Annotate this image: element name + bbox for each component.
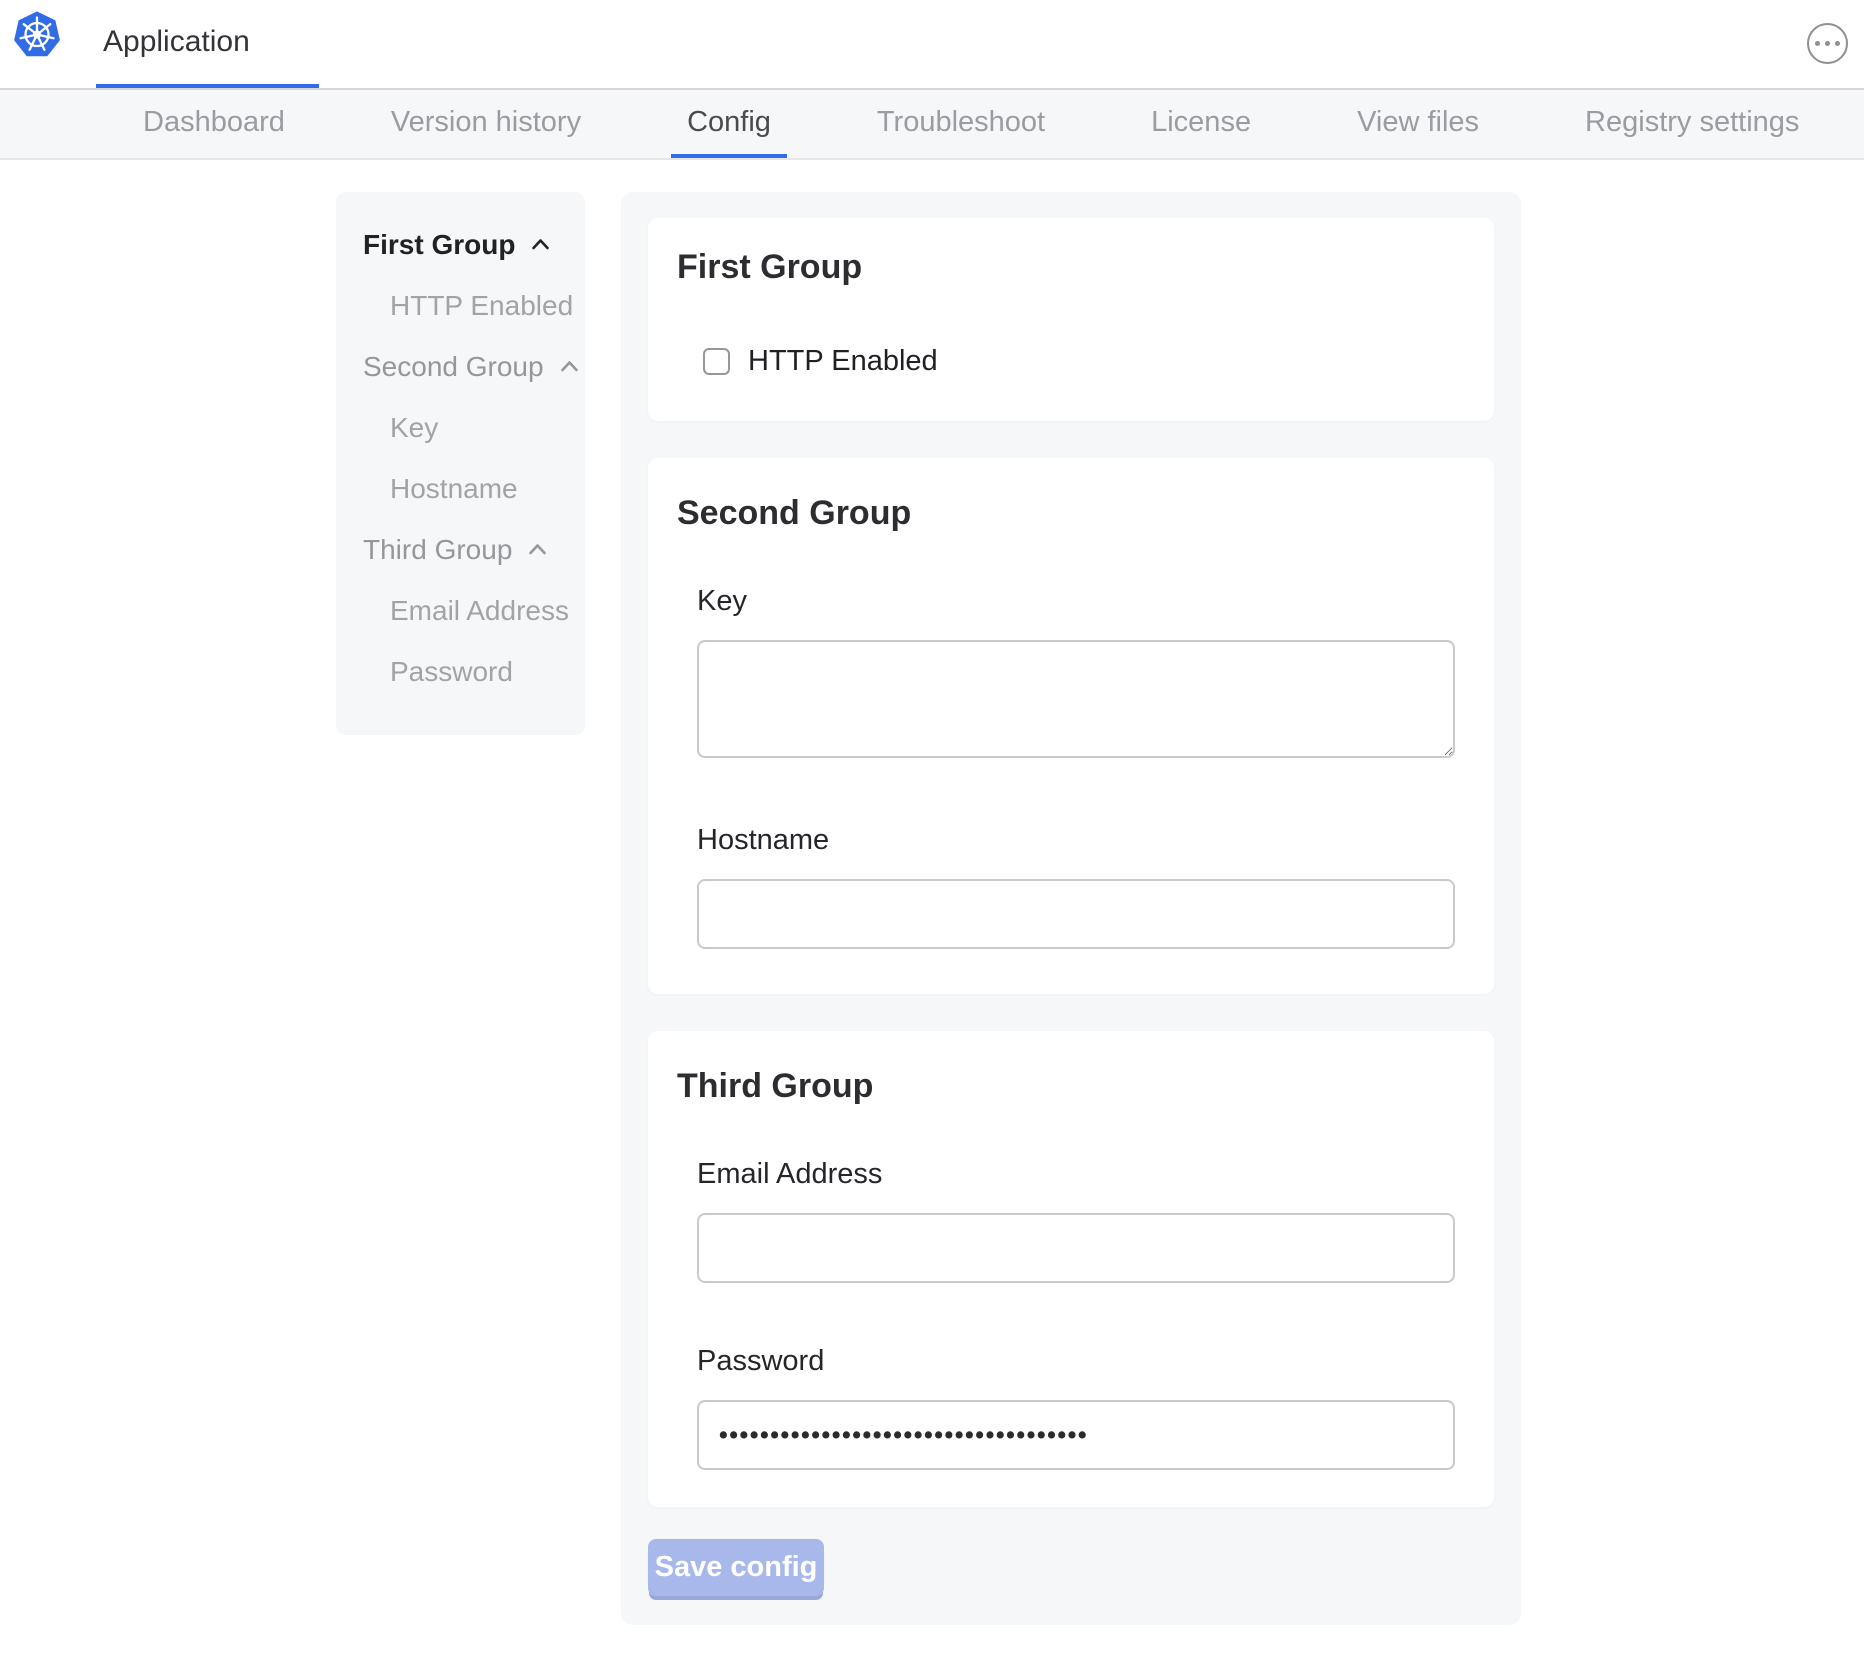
sidebar-item-third-group[interactable]: Third Group [336, 519, 585, 580]
sidebar-item-hostname[interactable]: Hostname [336, 458, 585, 519]
app-header: Application [0, 0, 1864, 90]
sidebar-item-key[interactable]: Key [336, 397, 585, 458]
key-textarea[interactable] [697, 640, 1455, 758]
http-enabled-checkbox-row[interactable]: HTTP Enabled [703, 345, 1466, 378]
nav-tab-troubleshoot[interactable]: Troubleshoot [861, 90, 1061, 158]
config-sidebar: First Group HTTP Enabled Second Group Ke… [336, 192, 585, 735]
config-group-second: Second Group Key Hostname [648, 458, 1494, 994]
nav-tab-registry-settings[interactable]: Registry settings [1569, 90, 1815, 158]
hostname-input[interactable] [697, 879, 1455, 949]
config-group-first: First Group HTTP Enabled [648, 218, 1494, 421]
email-address-label: Email Address [697, 1158, 1466, 1191]
nav-tab-version-history[interactable]: Version history [375, 90, 597, 158]
key-label: Key [697, 585, 1466, 618]
more-menu-button[interactable] [1807, 23, 1848, 64]
save-config-button[interactable]: Save config [648, 1539, 824, 1596]
nav-tab-dashboard[interactable]: Dashboard [127, 90, 301, 158]
email-address-input[interactable] [697, 1213, 1455, 1283]
config-page: First Group HTTP Enabled Second Group Ke… [0, 160, 1864, 1678]
ellipsis-icon [1815, 41, 1821, 47]
sidebar-item-password[interactable]: Password [336, 641, 585, 702]
config-group-third: Third Group Email Address Password [648, 1031, 1494, 1507]
tab-application-label: Application [103, 25, 250, 59]
chevron-up-icon [527, 231, 554, 258]
group-title: Third Group [677, 1067, 1466, 1106]
sidebar-item-second-group[interactable]: Second Group [336, 336, 585, 397]
nav-tab-view-files[interactable]: View files [1341, 90, 1495, 158]
chevron-up-icon [556, 353, 583, 380]
group-title: Second Group [677, 494, 1466, 533]
chevron-up-icon [524, 536, 551, 563]
app-nav: Dashboard Version history Config Trouble… [0, 90, 1864, 160]
config-panel: First Group HTTP Enabled Second Group Ke… [621, 192, 1521, 1625]
password-label: Password [697, 1345, 1466, 1378]
kubernetes-logo-icon [14, 11, 60, 58]
sidebar-item-first-group[interactable]: First Group [336, 214, 585, 275]
checkbox-label: HTTP Enabled [748, 345, 938, 378]
nav-tab-config[interactable]: Config [671, 90, 787, 158]
hostname-label: Hostname [697, 824, 1466, 857]
sidebar-item-email-address[interactable]: Email Address [336, 580, 585, 641]
http-enabled-checkbox[interactable] [703, 348, 730, 375]
password-input[interactable] [697, 1400, 1455, 1470]
tab-application[interactable]: Application [96, 0, 319, 88]
group-title: First Group [677, 248, 1466, 287]
nav-tab-license[interactable]: License [1135, 90, 1267, 158]
sidebar-item-http-enabled[interactable]: HTTP Enabled [336, 275, 585, 336]
